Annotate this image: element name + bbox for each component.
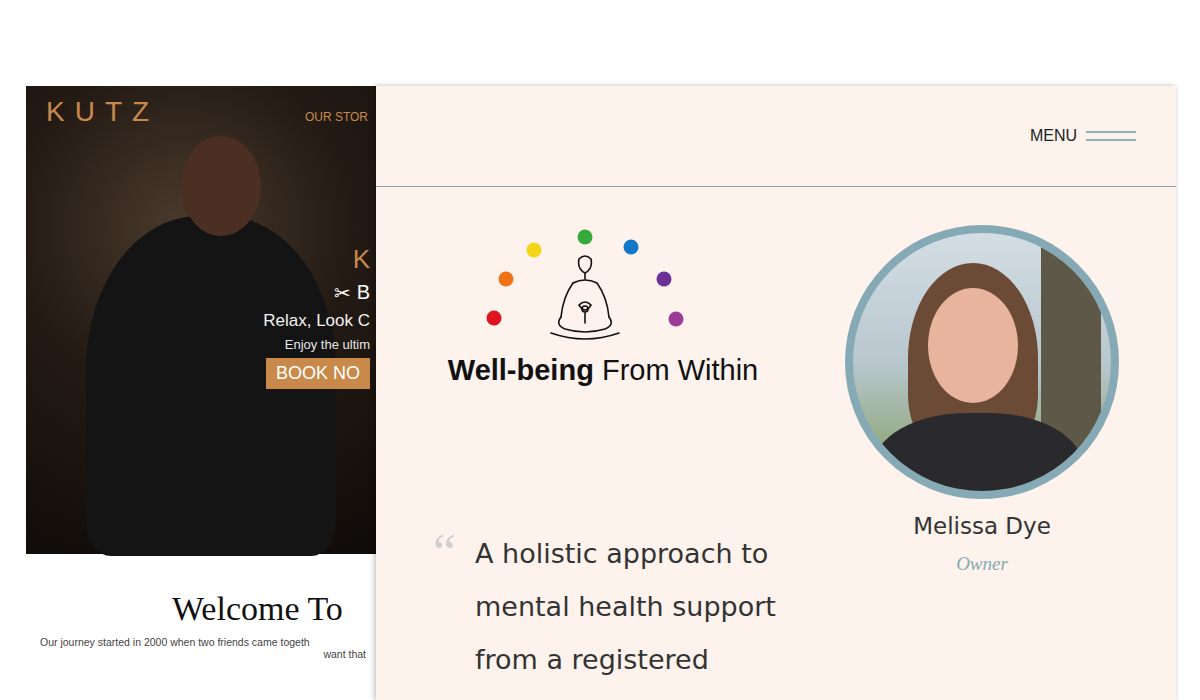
hero-tagline: ✂ B	[334, 281, 370, 305]
kutz-nav: OUR STOR	[305, 106, 368, 125]
profile-column: Melissa Dye Owner	[845, 225, 1119, 686]
intro-column: Well-being From Within “ A holistic appr…	[433, 225, 845, 686]
quote-line: from a registered	[475, 633, 776, 686]
welcome-title: Welcome To	[40, 590, 368, 628]
quote-line: A holistic approach to	[475, 527, 776, 580]
hero-photo: KUTZ OUR STOR K ✂ B Relax, Look C Enjoy …	[26, 86, 376, 554]
showcase: KUTZ OUR STOR K ✂ B Relax, Look C Enjoy …	[0, 0, 1200, 700]
intro-quote: “ A holistic approach tomental health su…	[433, 527, 845, 686]
hero-subtitle: Relax, Look C	[263, 311, 370, 331]
brand-logo[interactable]: Well-being From Within	[433, 225, 773, 387]
brand-name: Well-being From Within	[448, 354, 758, 387]
welcome-text: want that	[40, 648, 368, 660]
profile-photo	[845, 225, 1119, 499]
hero-heading: K	[353, 244, 370, 275]
meditation-icon	[481, 225, 691, 350]
profile-role: Owner	[956, 553, 1008, 575]
hero-description: Enjoy the ultim	[285, 337, 370, 352]
hero-text: K ✂ B Relax, Look C Enjoy the ultim BOOK…	[263, 244, 370, 389]
quote-line: mental health support	[475, 580, 776, 633]
menu-button[interactable]: MENU	[1030, 127, 1136, 145]
scissors-icon: ✂	[334, 281, 351, 305]
site-body: Well-being From Within “ A holistic appr…	[376, 187, 1176, 686]
nav-link[interactable]: OUR STOR	[305, 110, 368, 124]
welcome-section: Welcome To Our journey started in 2000 w…	[26, 554, 376, 660]
welcome-text: Our journey started in 2000 when two fri…	[40, 636, 368, 648]
book-button[interactable]: BOOK NO	[266, 358, 370, 389]
quote-icon: “	[433, 527, 463, 686]
wellbeing-site: MENU Well-being From Within “ A holistic…	[376, 86, 1176, 700]
site-header: MENU	[376, 86, 1176, 187]
hamburger-icon	[1086, 131, 1136, 141]
kutz-site: KUTZ OUR STOR K ✂ B Relax, Look C Enjoy …	[26, 86, 376, 700]
kutz-logo[interactable]: KUTZ	[46, 96, 159, 128]
profile-name: Melissa Dye	[913, 513, 1051, 539]
